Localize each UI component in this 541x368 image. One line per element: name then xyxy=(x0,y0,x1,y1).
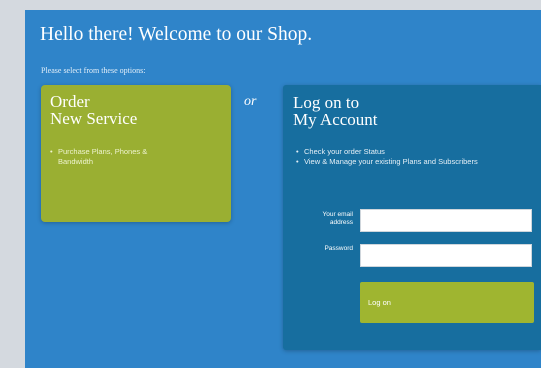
page-frame: Hello there! Welcome to our Shop. Please… xyxy=(0,0,541,368)
logon-heading-line1: Log on to xyxy=(293,93,360,112)
password-field[interactable] xyxy=(360,244,532,267)
email-field[interactable] xyxy=(360,209,532,232)
logon-button[interactable]: Log on xyxy=(360,282,534,323)
list-item: Purchase Plans, Phones & Bandwidth xyxy=(50,147,183,166)
or-divider-text: or xyxy=(244,94,257,109)
page-title: Hello there! Welcome to our Shop. xyxy=(40,24,313,45)
order-heading-line1: Order xyxy=(50,92,90,111)
email-label: Your email address xyxy=(322,211,353,226)
logon-heading-line2: My Account xyxy=(293,110,378,129)
logon-card-heading: Log on to My Account xyxy=(293,94,378,128)
order-card-heading: Order New Service xyxy=(50,93,137,127)
order-heading-line2: New Service xyxy=(50,109,138,128)
shop-welcome-panel: Hello there! Welcome to our Shop. Please… xyxy=(25,10,541,368)
order-new-service-card[interactable]: Order New Service Purchase Plans, Phones… xyxy=(41,85,231,222)
password-label: Password xyxy=(324,245,353,252)
order-options-list: Purchase Plans, Phones & Bandwidth xyxy=(50,147,183,166)
list-item: Check your order Status xyxy=(296,147,484,157)
list-item: View & Manage your existing Plans and Su… xyxy=(296,157,484,167)
account-options-list: Check your order Status View & Manage yo… xyxy=(296,147,484,166)
logon-card: Log on to My Account Check your order St… xyxy=(283,85,541,350)
page-subtitle: Please select from these options: xyxy=(41,66,146,75)
